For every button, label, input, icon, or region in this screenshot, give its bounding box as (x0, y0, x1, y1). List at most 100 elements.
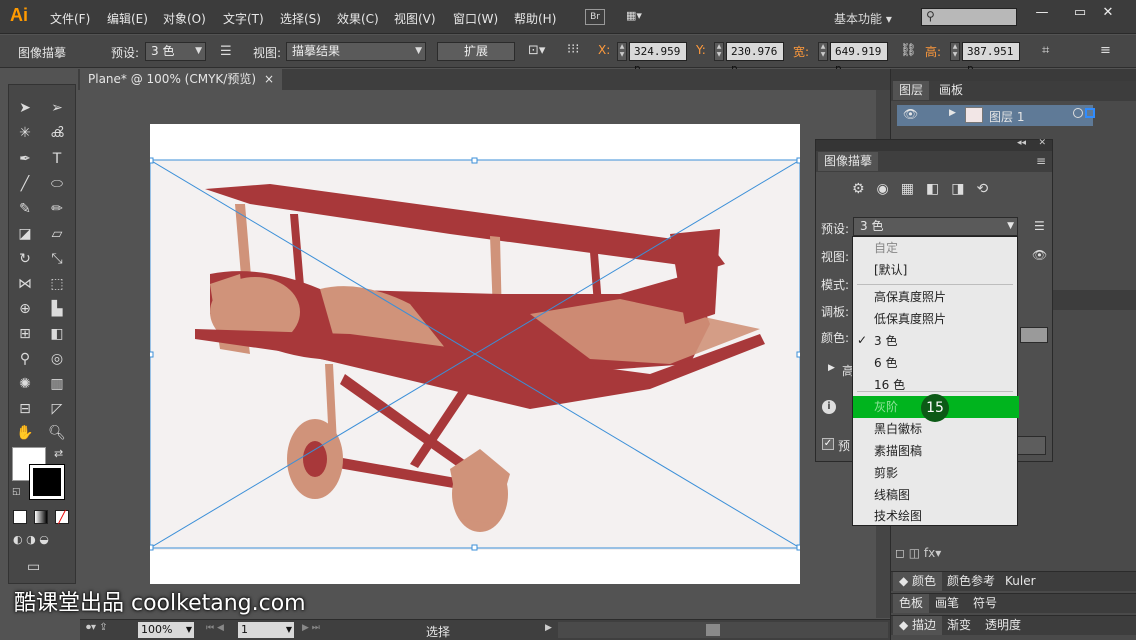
screen-mode-icon[interactable]: ▭ (27, 559, 40, 575)
preset-list-icon[interactable]: ☰ (1034, 219, 1045, 233)
menu-object[interactable]: 对象(O) (163, 10, 206, 27)
minimize-button[interactable]: — (1030, 5, 1054, 23)
restore-button[interactable]: ▭ (1068, 5, 1092, 23)
preset-option-technical[interactable]: 技术绘图 (853, 505, 1017, 527)
blob-brush-tool-icon[interactable]: ◪ (13, 223, 37, 245)
preset-option-silhouette[interactable]: 剪影 (853, 462, 1017, 484)
layer-row[interactable]: 👁︎ ▶ 图层 1 (897, 105, 1095, 126)
selection-indicator[interactable] (1085, 108, 1095, 118)
zoom-tool-icon[interactable]: 🔍︎ (45, 422, 69, 444)
tab-color-guide[interactable]: 颜色参考 (941, 572, 1001, 591)
width-field[interactable]: 649.919 p (830, 42, 888, 75)
artboard-tool-icon[interactable]: ⊟ (13, 398, 37, 420)
height-spinner[interactable]: ▲ ▼ (950, 42, 960, 61)
close-button[interactable]: ✕ (1096, 5, 1120, 23)
pencil-tool-icon[interactable]: ✏ (45, 198, 69, 220)
link-icon[interactable]: ⛓ (900, 43, 917, 58)
bridge-button[interactable]: Br (585, 9, 605, 25)
width-spinner[interactable]: ▲ ▼ (818, 42, 828, 61)
menu-file[interactable]: 文件(F) (50, 10, 90, 27)
drawing-mode-icons[interactable]: ◐ ◑ ◒ (13, 533, 69, 549)
y-field[interactable]: 230.976 p (726, 42, 784, 75)
menu-window[interactable]: 窗口(W) (453, 10, 498, 27)
menu-effect[interactable]: 效果(C) (337, 10, 379, 27)
selection-tool-icon[interactable]: ➤ (13, 97, 37, 119)
status-icons[interactable]: ⏺▾ ⇪ (86, 622, 108, 633)
page-field[interactable]: 1 ▼ (238, 622, 294, 638)
none-mode-icon[interactable]: ╱ (55, 510, 69, 524)
stroke-swatch[interactable] (29, 464, 65, 500)
view-eye-icon[interactable]: 👁︎ (1032, 248, 1047, 262)
y-spinner[interactable]: ▲ ▼ (714, 42, 724, 61)
tab-transparency[interactable]: 透明度 (979, 616, 1027, 635)
visibility-eye-icon[interactable]: 👁︎ (903, 107, 918, 121)
tab-symbols[interactable]: 符号 (967, 594, 1003, 613)
expand-button[interactable]: 扩展 (437, 42, 515, 61)
tab-stroke[interactable]: ◆ 描边 (893, 616, 943, 635)
menu-view[interactable]: 视图(V) (394, 10, 436, 27)
hand-tool-icon[interactable]: ✋ (13, 422, 37, 444)
preset-option-low-fidelity[interactable]: 低保真度照片 (853, 308, 1017, 330)
preset-option-3-color[interactable]: 3 色 (853, 330, 1017, 352)
tab-brushes[interactable]: 画笔 (929, 594, 965, 613)
search-input[interactable]: ⚲ (921, 8, 1017, 26)
slice-tool-icon[interactable]: ◸ (45, 398, 69, 420)
colors-field[interactable] (1020, 327, 1048, 343)
expand-triangle-icon[interactable]: ▶ (949, 108, 956, 118)
preset-option-16-color[interactable]: 16 色 (853, 374, 1017, 396)
trace-panel-icon[interactable]: ☰ (220, 44, 232, 59)
align-icon[interactable]: ⊡▾ (528, 43, 545, 58)
preset-option-high-fidelity[interactable]: 高保真度照片 (853, 286, 1017, 308)
menu-edit[interactable]: 编辑(E) (107, 10, 148, 27)
preset-option-6-color[interactable]: 6 色 (853, 352, 1017, 374)
gradient-mode-icon[interactable] (34, 510, 48, 524)
arrange-docs-icon[interactable]: ▦▾ (626, 9, 652, 25)
horizontal-scrollbar[interactable] (558, 622, 888, 638)
line-tool-icon[interactable]: ╱ (13, 173, 37, 195)
collapse-icon[interactable]: ◂◂ (1017, 138, 1026, 148)
transform-icon[interactable]: ⌗ (1042, 43, 1049, 58)
column-graph-tool-icon[interactable]: ▥ (45, 373, 69, 395)
tab-kuler[interactable]: Kuler (999, 572, 1042, 591)
magic-wand-tool-icon[interactable]: ✳ (13, 122, 37, 144)
x-spinner[interactable]: ▲ ▼ (617, 42, 627, 61)
mesh-tool-icon[interactable]: ⊞ (13, 323, 37, 345)
close-tab-icon[interactable]: × (264, 69, 274, 89)
color-mode-icon[interactable] (13, 510, 27, 524)
tab-layers[interactable]: 图层 (893, 81, 930, 100)
tab-artboards[interactable]: 画板 (933, 81, 969, 100)
paintbrush-tool-icon[interactable]: ✎ (13, 198, 37, 220)
airplane-trace-image[interactable] (150, 124, 800, 584)
layers-footer-icons[interactable]: ◻ ◫ fx▾ (895, 546, 1131, 564)
trace-preset-icons[interactable]: ⚙◉▦◧◨⟲ (852, 181, 1022, 201)
trace-preset-dropdown[interactable]: 3 色 ▼ (853, 217, 1018, 236)
menu-select[interactable]: 选择(S) (280, 10, 321, 27)
artboard[interactable] (150, 124, 800, 584)
preset-dropdown[interactable]: 3 色 ▼ (145, 42, 206, 61)
gradient-tool-icon[interactable]: ◧ (45, 323, 69, 345)
ellipse-tool-icon[interactable]: ⬭ (45, 173, 69, 195)
free-transform-tool-icon[interactable]: ⬚ (45, 273, 69, 295)
preset-option-default[interactable]: [默认] (853, 259, 1017, 281)
target-icon[interactable] (1073, 108, 1083, 118)
lasso-tool-icon[interactable]: ൿ (45, 122, 69, 144)
status-menu-arrow[interactable]: ▶ (545, 623, 552, 633)
tab-gradient[interactable]: 渐变 (941, 616, 977, 635)
blend-tool-icon[interactable]: ◎ (45, 348, 69, 370)
preview-checkbox[interactable]: ✓ (822, 438, 834, 450)
height-field[interactable]: 387.951 p (962, 42, 1020, 75)
pen-tool-icon[interactable]: ✒ (13, 148, 37, 170)
menu-type[interactable]: 文字(T) (223, 10, 264, 27)
eraser-tool-icon[interactable]: ▱ (45, 223, 69, 245)
panel-menu-icon[interactable]: ≡ (1036, 154, 1046, 168)
width-tool-icon[interactable]: ⋈ (13, 273, 37, 295)
symbol-sprayer-tool-icon[interactable]: ✺ (13, 373, 37, 395)
reference-point-icon[interactable]: ⁝⁝⁝ (567, 42, 579, 57)
preset-option-sketch[interactable]: 素描图稿 (853, 440, 1017, 462)
direct-selection-tool-icon[interactable]: ➢ (45, 97, 69, 119)
close-panel-icon[interactable]: ✕ (1038, 138, 1046, 148)
tab-color[interactable]: ◆ 颜色 (893, 572, 943, 591)
rotate-tool-icon[interactable]: ↻ (13, 248, 37, 270)
menu-help[interactable]: 帮助(H) (514, 10, 556, 27)
preset-option-custom[interactable]: 自定 (853, 237, 1017, 259)
